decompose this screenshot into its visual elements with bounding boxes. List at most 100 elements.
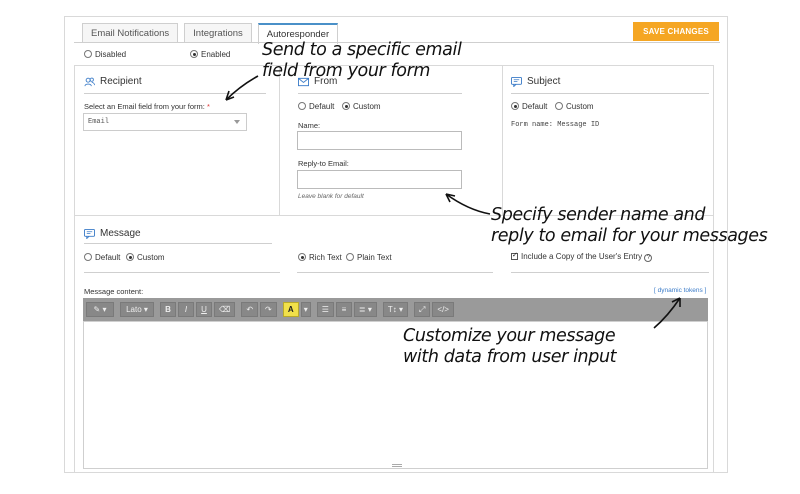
redo-icon[interactable]: ↷ (260, 302, 277, 317)
from-name-label: Name: (298, 121, 321, 130)
required-mark: * (206, 102, 210, 111)
align-icon[interactable]: ≣ ▾ (353, 302, 377, 317)
message-custom-radio[interactable] (126, 253, 134, 261)
font-select[interactable]: Lato ▾ (120, 302, 154, 317)
chevron-down-icon (234, 120, 240, 124)
resize-grip-icon[interactable] (392, 464, 402, 467)
message-annotation-line-2: with data from user input (403, 347, 617, 367)
include-copy-checkbox[interactable] (511, 251, 518, 260)
dynamic-tokens-link[interactable]: [ dynamic tokens ] (654, 287, 706, 294)
undo-icon[interactable]: ↶ (241, 302, 259, 317)
chat-bubble-icon (511, 76, 522, 87)
bold-label: B (165, 305, 171, 314)
bold-button[interactable]: B (160, 302, 176, 317)
editor-toolbar: ✎ ▾ Lato ▾ B I U ⌫ ↶ ↷ A ▾ ☰ ≡ ≣ ▾ T↕ ▾ … (83, 298, 708, 321)
subject-default-radio[interactable] (511, 102, 519, 110)
from-name-input[interactable] (297, 131, 462, 150)
sender-annotation: Specify sender name and reply to email fo… (491, 205, 768, 247)
recipient-title-text: Recipient (100, 76, 142, 87)
message-default-radio[interactable] (84, 253, 92, 261)
message-icon (84, 228, 95, 239)
subject-title-text: Subject (527, 76, 561, 87)
save-changes-button[interactable]: SAVE CHANGES (633, 22, 719, 41)
fullscreen-icon[interactable]: ⤢ (414, 302, 431, 317)
italic-label: I (184, 305, 188, 314)
message-default-option[interactable]: Default (84, 253, 120, 262)
recipient-select-value: Email (88, 118, 110, 126)
subject-custom-radio[interactable] (555, 102, 563, 110)
underline-button[interactable]: U (196, 302, 212, 317)
sender-annotation-line-1: Specify sender name and (491, 205, 706, 225)
disabled-radio[interactable] (84, 50, 92, 58)
users-icon (84, 77, 95, 86)
rich-text-option[interactable]: Rich Text (298, 253, 342, 262)
font-select-label: Lato (126, 305, 142, 314)
include-copy-label: Include a Copy of the User's Entry (521, 252, 643, 261)
message-options-rule (84, 272, 280, 273)
disabled-label: Disabled (95, 50, 127, 59)
recipient-annotation-line-1: Send to a specific email (262, 40, 462, 60)
from-custom-radio[interactable] (342, 102, 350, 110)
message-annotation-line-1: Customize your message (403, 326, 616, 346)
enabled-radio[interactable] (190, 50, 198, 58)
plain-text-label: Plain Text (357, 253, 392, 262)
subject-default-label: Default (522, 102, 548, 111)
message-default-label: Default (95, 253, 121, 262)
message-custom-option[interactable]: Custom (126, 253, 165, 262)
disabled-option[interactable]: Disabled (84, 50, 126, 59)
message-content-label: Message content: (84, 287, 144, 296)
rich-text-radio[interactable] (298, 253, 306, 261)
bullet-list-icon[interactable]: ☰ (316, 302, 334, 317)
subject-title: Subject (511, 76, 560, 87)
message-custom-label: Custom (137, 253, 165, 262)
recipient-arrow-icon (225, 75, 259, 101)
tab-integrations[interactable]: Integrations (184, 23, 252, 43)
text-color-dropdown[interactable]: ▾ (300, 302, 311, 317)
magic-wand-icon[interactable]: ✎ ▾ (86, 302, 114, 317)
recipient-email-select[interactable]: Email (83, 113, 247, 131)
message-rule (84, 243, 272, 244)
message-annotation: Customize your message with data from use… (403, 326, 616, 368)
rich-text-label: Rich Text (309, 253, 342, 262)
reply-to-input[interactable] (297, 170, 462, 189)
subject-preview: Form name: Message ID (511, 121, 600, 129)
from-default-radio[interactable] (298, 102, 306, 110)
code-view-icon[interactable]: </> (432, 302, 454, 317)
recipient-field-label-text: Select an Email field from your form: (84, 102, 205, 111)
recipient-annotation: Send to a specific email field from your … (262, 40, 462, 82)
include-copy-option[interactable]: Include a Copy of the User's Entry ? (511, 251, 653, 262)
recipient-field-label: Select an Email field from your form: * (84, 102, 210, 111)
enabled-label: Enabled (201, 50, 231, 59)
numbered-list-icon[interactable]: ≡ (335, 302, 352, 317)
tab-email-notifications[interactable]: Email Notifications (82, 23, 179, 43)
help-icon[interactable]: ? (644, 254, 653, 262)
sender-arrow-icon (445, 193, 491, 215)
line-height-button[interactable]: T↕ ▾ (382, 302, 408, 317)
recipient-title: Recipient (84, 76, 142, 87)
enabled-option[interactable]: Enabled (190, 50, 230, 59)
include-copy-rule (511, 272, 709, 273)
reply-to-label: Reply-to Email: (298, 159, 349, 168)
recipient-annotation-line-2: field from your form (262, 61, 431, 81)
plain-text-radio[interactable] (346, 253, 354, 261)
underline-label: U (201, 305, 207, 314)
subject-custom-option[interactable]: Custom (555, 102, 594, 111)
message-title-text: Message (100, 228, 141, 239)
from-default-option[interactable]: Default (298, 102, 334, 111)
sender-annotation-line-2: reply to email for your messages (491, 226, 768, 246)
italic-button[interactable]: I (178, 302, 194, 317)
line-height-label: T↕ (387, 305, 397, 314)
eraser-icon[interactable]: ⌫ (214, 302, 236, 317)
text-color-button[interactable]: A (282, 302, 299, 317)
from-rule (298, 93, 462, 94)
text-color-label: A (287, 305, 294, 314)
subject-rule (511, 93, 709, 94)
tokens-arrow-icon (653, 297, 681, 329)
reply-to-hint: Leave blank for default (298, 193, 364, 200)
from-custom-option[interactable]: Custom (342, 102, 381, 111)
subject-default-option[interactable]: Default (511, 102, 547, 111)
plain-text-option[interactable]: Plain Text (346, 253, 392, 262)
from-default-label: Default (309, 102, 335, 111)
format-rule (297, 272, 493, 273)
from-custom-label: Custom (353, 102, 381, 111)
